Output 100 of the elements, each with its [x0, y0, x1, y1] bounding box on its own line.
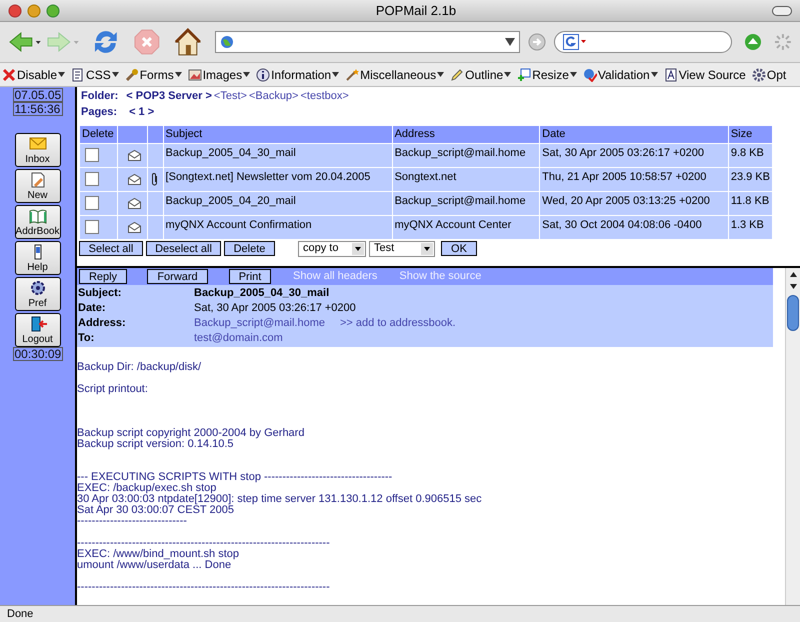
table-cell: myQNX Account Center	[392, 215, 540, 239]
resize-icon	[517, 68, 532, 82]
toolbar-toggle-icon[interactable]	[772, 6, 792, 16]
tools-icon	[124, 68, 139, 82]
body-text: 30 Apr 03:00:03 ntpdate[12900]: step time server 131.130.1.12 offset 0.906515 sec	[77, 494, 483, 505]
add-to-addressbook-link[interactable]: >> add to addressbook.	[340, 315, 456, 332]
address-field[interactable]	[214, 31, 520, 53]
body-text: --- EXECUTING SCRIPTS WITH stop -----------------------------------	[77, 472, 394, 483]
sidebar-button[interactable]: Help	[14, 241, 60, 275]
table-cell: [Songtext.net] Newsletter vom 20.04.2005	[163, 167, 392, 191]
toolbar-menu-button[interactable]: Outline	[450, 64, 512, 84]
checkbox[interactable]	[85, 220, 99, 234]
upload-icon[interactable]	[744, 33, 762, 51]
header-label: Address:	[78, 316, 127, 332]
toolbar-menu-button[interactable]: Images	[188, 64, 250, 84]
checkbox[interactable]	[85, 148, 99, 162]
email-link[interactable]: test@domain.com	[194, 330, 283, 347]
checkbox[interactable]	[85, 172, 99, 186]
page-navigation-link[interactable]: < 1 >	[129, 104, 154, 120]
table-cell: 9.8 KB	[728, 143, 772, 167]
sidebar-button[interactable]: Logout	[14, 313, 60, 347]
open-envelope-icon	[128, 198, 141, 208]
message-action-button[interactable]: Reply	[79, 269, 127, 284]
body-text: Script printout:	[77, 384, 149, 395]
table-cell: Sat, 30 Oct 2004 04:08:06 -0400	[540, 215, 728, 239]
folder-link[interactable]: <Test>	[214, 88, 247, 104]
go-icon[interactable]	[528, 33, 546, 51]
dropdown[interactable]: Test	[369, 240, 435, 256]
home-icon[interactable]	[172, 27, 203, 57]
scroll-thumb[interactable]	[787, 295, 799, 331]
search-field[interactable]	[554, 31, 732, 53]
open-envelope-icon	[128, 150, 141, 160]
stop-icon[interactable]	[133, 28, 161, 56]
ok-button[interactable]: OK	[441, 241, 477, 256]
table-cell: Backup_script@mail.home	[392, 191, 540, 215]
email-link[interactable]: Backup_script@mail.home	[194, 315, 325, 332]
toolbar-menu-button[interactable]: CSS	[71, 64, 119, 84]
date-display: 07.05.05	[12, 88, 62, 102]
action-button[interactable]: Deselect all	[146, 241, 221, 256]
sidebar-button[interactable]: AddrBook	[14, 205, 60, 239]
sidebar-button[interactable]: Inbox	[14, 133, 60, 167]
body-text: ---------------------------------------------------------------------	[77, 582, 331, 593]
sidebar-button[interactable]: New	[14, 169, 60, 203]
globe-check-icon	[582, 68, 597, 82]
toolbar-menu-button[interactable]: Opt	[752, 64, 786, 84]
header-label: Subject:	[78, 286, 122, 302]
column-header: Subject	[163, 126, 392, 143]
caret-icon	[58, 72, 66, 77]
header-value: Backup_2005_04_30_mail	[194, 286, 330, 302]
action-button[interactable]: Delete	[224, 241, 275, 256]
caret-icon	[243, 72, 250, 77]
folder-link[interactable]: <testbox>	[300, 88, 349, 104]
header-label: To:	[78, 331, 96, 346]
back-icon[interactable]	[8, 30, 42, 54]
close-icon	[2, 68, 16, 82]
toolbar-menu-button[interactable]: View Source	[664, 64, 746, 84]
caret-icon	[332, 72, 340, 77]
toolbar-menu-button[interactable]: Information	[256, 64, 340, 84]
message-action-button[interactable]: Print	[229, 269, 271, 284]
pencil-icon	[450, 68, 464, 82]
column-header: Size	[728, 126, 772, 143]
toolbar-menu-button[interactable]: Miscellaneous	[345, 64, 444, 84]
caret-icon	[112, 72, 119, 77]
document-icon	[664, 68, 678, 82]
dropdown-arrow-icon[interactable]	[504, 38, 515, 46]
column-header: Address	[392, 126, 540, 143]
caret-icon	[504, 72, 512, 77]
table-cell: 23.9 KB	[728, 167, 772, 191]
folder-link[interactable]: <Backup>	[248, 88, 298, 104]
body-text: Backup script version: 0.14.10.5	[77, 439, 235, 450]
folder-label: Folder:	[81, 88, 118, 104]
gear-icon	[752, 68, 766, 82]
table-cell: myQNX Account Confirmation	[163, 215, 392, 239]
loading-spinner-icon	[774, 33, 792, 51]
search-engine-icon[interactable]	[562, 34, 587, 50]
table-cell: Songtext.net	[392, 167, 540, 191]
dropdown[interactable]: copy to	[298, 240, 366, 256]
sidebar-button[interactable]: Pref	[14, 277, 60, 311]
info-icon	[256, 68, 270, 82]
table-cell: Backup_script@mail.home	[392, 143, 540, 167]
table-cell: 1.3 KB	[728, 215, 772, 239]
open-envelope-icon	[128, 174, 141, 184]
message-action-button[interactable]: Forward	[147, 269, 208, 284]
toolbar-menu-button[interactable]: Validation	[582, 64, 658, 84]
window-controls-drawing[interactable]	[8, 4, 60, 18]
checkbox[interactable]	[85, 196, 99, 210]
document-icon	[71, 68, 86, 82]
toolbar-menu-button[interactable]: Forms	[124, 64, 182, 84]
status-text: Done	[7, 606, 34, 622]
table-cell: Wed, 20 Apr 2005 03:13:25 +0200	[540, 191, 728, 215]
body-text: EXEC: /backup/exec.sh stop	[77, 483, 218, 494]
body-text: Sat Apr 30 03:00:07 CEST 2005	[77, 505, 235, 516]
table-cell: Backup_2005_04_20_mail	[163, 191, 392, 215]
table-cell: Thu, 21 Apr 2005 10:58:57 +0200	[540, 167, 728, 191]
toolbar-menu-button[interactable]: Resize	[517, 64, 577, 84]
toolbar-menu-button[interactable]: Disable	[2, 64, 66, 84]
caret-icon	[437, 72, 444, 77]
scrollbar[interactable]	[785, 268, 800, 605]
current-folder: < POP3 Server >	[126, 88, 212, 104]
action-button[interactable]: Select all	[79, 241, 143, 256]
